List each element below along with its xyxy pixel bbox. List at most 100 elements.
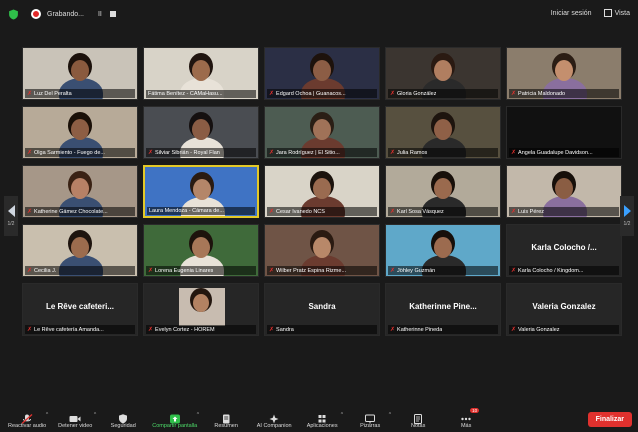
mic-muted-icon: ✗: [148, 327, 154, 333]
mic-muted-icon: ✗: [390, 209, 396, 215]
end-meeting-button[interactable]: Finalizar: [587, 412, 632, 427]
toolbar-more-button[interactable]: Más 10: [447, 408, 485, 429]
participant-tile[interactable]: ✗ Julia Ramos: [385, 106, 501, 159]
previous-page-button[interactable]: 1/2: [4, 196, 18, 236]
participant-tile[interactable]: ✗ Gloria González: [385, 47, 501, 100]
toolbar-label: Seguridad: [110, 423, 136, 429]
participant-name: Luz Del Peralta: [34, 90, 72, 97]
toolbar-shield-button[interactable]: Seguridad: [104, 411, 142, 429]
participant-tile[interactable]: Laura Mendoza - Cámara de...: [143, 165, 259, 218]
participant-tile[interactable]: ✗ Patricia Maldonado: [506, 47, 622, 100]
toolbar-label: Compartir pantalla: [152, 423, 198, 429]
mic-muted-icon: ✗: [390, 268, 396, 274]
participant-name-bar: Fátima Benítez - CAMaHasu...: [146, 90, 256, 98]
participant-tile[interactable]: ✗ Jöhley Guzmán: [385, 224, 501, 277]
mic-muted-icon: ✗: [27, 268, 33, 274]
participant-head: [313, 178, 331, 199]
participant-name: Jara Rodríguez | El Sitio...: [276, 149, 340, 156]
chevron-up-icon[interactable]: ^: [341, 412, 343, 418]
stop-recording-button[interactable]: [109, 11, 116, 17]
participant-tile[interactable]: Katherinne Pine... ✗ Katherinne Pineda: [385, 283, 501, 336]
recording-label: Grabando...: [47, 10, 84, 18]
mic-muted-icon: ✗: [27, 150, 33, 156]
zoom-meeting-window: Grabando... II Iniciar sesión Vista 1/2 …: [0, 0, 638, 432]
participant-tile[interactable]: Sandra ✗ Sandra: [264, 283, 380, 336]
participant-tile[interactable]: ✗ Karl Sosa Vásquez: [385, 165, 501, 218]
view-label: Vista: [614, 9, 630, 17]
participant-tile[interactable]: ✗ Cesar Ivanedo NCS: [264, 165, 380, 218]
participant-name-bar: Laura Mendoza - Cámara de...: [147, 207, 255, 215]
participant-name: Silviar Sibrián - Royal Flan: [155, 149, 220, 156]
participant-head: [434, 237, 452, 258]
participant-tile[interactable]: ✗ Angela Guadalupe Davidson...: [506, 106, 622, 159]
shield-icon: [117, 411, 129, 424]
participant-tile[interactable]: ✗ Luis Pérez: [506, 165, 622, 218]
participant-name-bar: ✗ Gloria González: [388, 89, 498, 98]
participant-name: Julia Ramos: [397, 149, 428, 156]
participant-head: [192, 237, 210, 258]
toolbar-label: Resumen: [214, 423, 238, 429]
page-indicator-left: 1/2: [7, 221, 15, 227]
toolbar-video-button[interactable]: Detener video ^: [56, 411, 96, 429]
participant-head: [71, 237, 89, 258]
mic-muted-icon: ✗: [269, 150, 275, 156]
mic-muted-icon: ✗: [511, 91, 517, 97]
participant-tile[interactable]: ✗ Olga Sarmiento - Fuego de...: [22, 106, 138, 159]
participant-head: [71, 119, 89, 140]
signin-link[interactable]: Iniciar sesión: [551, 10, 592, 17]
participant-head: [313, 237, 331, 258]
participant-tile[interactable]: ✗ Wilber Pratz Espina Rizme...: [264, 224, 380, 277]
toolbar-summary-button[interactable]: Resumen: [207, 411, 245, 429]
toolbar-apps-button[interactable]: Aplicaciones ^: [303, 411, 343, 429]
participant-tile[interactable]: ✗ Cecilia J.: [22, 224, 138, 277]
participant-name: Lorena Eugenia Linares: [155, 267, 214, 274]
participant-tile[interactable]: ✗ Evelyn Cortez - HOREM: [143, 283, 259, 336]
participant-tile[interactable]: ✗ Lorena Eugenia Linares: [143, 224, 259, 277]
mic-muted-icon: [21, 411, 33, 424]
ai-companion-icon: [268, 411, 280, 424]
participant-name: Valeria Gonzalez: [518, 326, 560, 333]
participant-name-bar: ✗ Karla Colocho / Kingdom...: [509, 266, 619, 275]
next-page-button[interactable]: 1/2: [620, 196, 634, 236]
participant-tile[interactable]: Karla Colocho /... ✗ Karla Colocho / Kingd…: [506, 224, 622, 277]
participant-name: Laura Mendoza - Cámara de...: [149, 208, 224, 214]
participant-head: [193, 294, 209, 312]
participant-head: [193, 179, 211, 200]
participant-name: Cesar Ivanedo NCS: [276, 208, 325, 215]
page-indicator-right: 1/2: [623, 221, 631, 227]
participant-name: Edgard Ochoa | Guanacos...: [276, 90, 346, 97]
mic-muted-icon: ✗: [390, 91, 396, 97]
profile-photo: [179, 288, 225, 326]
participant-tile[interactable]: ✗ Edgard Ochoa | Guanacos...: [264, 47, 380, 100]
toolbar-whiteboard-button[interactable]: Pizarras ^: [351, 411, 391, 429]
chevron-up-icon[interactable]: ^: [389, 412, 391, 418]
participant-name: Sandra: [276, 326, 294, 333]
participant-name-bar: ✗ Sandra: [267, 325, 377, 334]
view-button[interactable]: Vista: [603, 9, 630, 17]
pause-recording-button[interactable]: II: [98, 11, 102, 18]
toolbar-ai-companion-button[interactable]: AI Companion: [255, 411, 293, 429]
toolbar-notes-button[interactable]: Notas: [399, 411, 437, 429]
participant-head: [313, 119, 331, 140]
mic-muted-icon: ✗: [511, 209, 517, 215]
participant-tile[interactable]: ✗ Silviar Sibrián - Royal Flan: [143, 106, 259, 159]
security-shield-icon[interactable]: [8, 9, 19, 20]
participant-tile[interactable]: Le Rêve cafeteri... ✗ Le Rêve cafetería Am…: [22, 283, 138, 336]
participant-head: [434, 119, 452, 140]
participant-tile[interactable]: Valeria Gonzalez ✗ Valeria Gonzalez: [506, 283, 622, 336]
mic-muted-icon: ✗: [390, 327, 396, 333]
participant-display-name: Katherinne Pine...: [409, 302, 477, 311]
participant-name: Evelyn Cortez - HOREM: [155, 326, 215, 333]
participant-name: Jöhley Guzmán: [397, 267, 436, 274]
chevron-up-icon[interactable]: ^: [94, 412, 96, 418]
participant-tile[interactable]: ✗ Jara Rodríguez | El Sitio...: [264, 106, 380, 159]
chevron-up-icon[interactable]: ^: [46, 412, 48, 418]
participant-tile[interactable]: Fátima Benítez - CAMaHasu...: [143, 47, 259, 100]
toolbar-label: Reactivar audio: [8, 423, 47, 429]
chevron-up-icon[interactable]: ^: [197, 412, 199, 418]
toolbar-share-screen-button[interactable]: Compartir pantalla ^: [152, 411, 199, 429]
participant-tile[interactable]: ✗ Luz Del Peralta: [22, 47, 138, 100]
participant-tile[interactable]: ✗ Katherine Gámez Chocolate...: [22, 165, 138, 218]
mic-muted-icon: ✗: [511, 268, 517, 274]
toolbar-mic-muted-button[interactable]: Reactivar audio ^: [8, 411, 48, 429]
